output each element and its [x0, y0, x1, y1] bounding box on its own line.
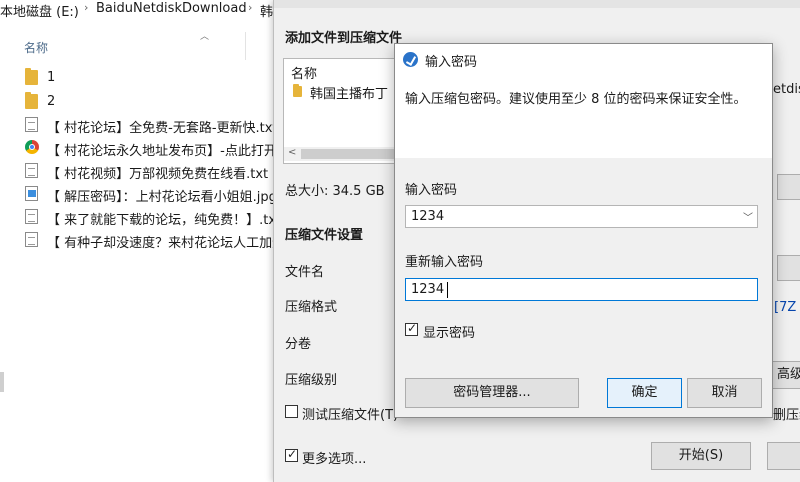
list-item[interactable]: 【 解压密码】：上村花论坛看小姐姐.jpg [25, 184, 285, 204]
text-file-icon [25, 117, 38, 132]
dialog-titlebar[interactable] [274, 0, 800, 8]
sort-caret-icon: ︿ [200, 32, 210, 42]
scrollbar-thumb[interactable] [0, 372, 4, 392]
file-name: 【 村花论坛】全免费-无套路-更新快.txt [47, 121, 278, 135]
enter-password-label: 输入密码 [405, 183, 458, 198]
text-file-icon [25, 163, 38, 178]
app-key-icon [403, 52, 418, 67]
chevron-left-icon[interactable]: < [288, 147, 296, 158]
column-divider[interactable] [245, 32, 246, 60]
file-name: 2 [47, 94, 56, 109]
column-header-name[interactable]: 名称 [24, 39, 48, 56]
path-fragment: etdisk [773, 82, 800, 97]
text-caret [447, 282, 448, 298]
image-file-icon [25, 186, 38, 201]
total-size-label: 总大小: 34.5 GB [285, 184, 385, 199]
section-archive-settings: 压缩文件设置 [285, 228, 364, 243]
reenter-password-label: 重新输入密码 [405, 255, 484, 270]
checkbox-label: 显示密码 [423, 326, 476, 341]
password-value: 1234 [411, 209, 445, 224]
password-dialog: 输入密码 输入压缩包密码。建议使用至少 8 位的密码来保证安全性。 输入密码 1… [394, 43, 773, 418]
password-manager-button[interactable]: 密码管理器... [405, 378, 579, 408]
dialog-title: 输入密码 [425, 55, 478, 70]
instruction-text: 输入压缩包密码。建议使用至少 8 位的密码来保证安全性。 [405, 92, 747, 107]
check-icon[interactable] [285, 447, 298, 462]
list-item[interactable]: 【 村花论坛】全免费-无套路-更新快.txt [25, 115, 285, 135]
file-name: 【 来了就能下载的论坛，纯免费！】.txt [47, 213, 282, 227]
checkbox-label: 测试压缩文件(T) [302, 408, 399, 423]
delete-option-fragment: 删压缩 [773, 408, 800, 423]
format-label: 压缩格式 [285, 300, 338, 315]
file-name: 【 村花论坛永久地址发布页】-点此打开 [47, 144, 277, 158]
file-name: 【 有种子却没速度？来村花论坛人工加速 [47, 236, 285, 250]
list-item[interactable]: 1 [25, 68, 285, 88]
advanced-button[interactable]: 高级设 [772, 361, 800, 389]
breadcrumb-drive[interactable]: 本地磁盘 (E:) [0, 1, 79, 20]
reenter-password-input[interactable]: 1234 [405, 278, 758, 301]
start-button[interactable]: 开始(S) [651, 442, 751, 470]
chevron-right-icon[interactable]: › [248, 1, 252, 14]
folder-icon [25, 68, 38, 85]
level-label: 压缩级别 [285, 373, 338, 388]
show-password-checkbox[interactable]: 显示密码 [405, 321, 515, 341]
dialog-titlebar[interactable]: 输入密码 [395, 44, 772, 74]
text-file-icon [25, 209, 38, 224]
ok-button[interactable]: 确定 [607, 378, 682, 408]
filename-field[interactable] [777, 255, 800, 281]
check-icon[interactable] [405, 321, 418, 336]
filename-label: 文件名 [285, 265, 325, 280]
chevron-down-icon[interactable]: ﹀ [743, 209, 753, 224]
folder-icon [293, 84, 302, 97]
text-file-icon [25, 232, 38, 247]
breadcrumb: 本地磁盘 (E:) › BaiduNetdiskDownload › 韩 [0, 0, 280, 20]
web-shortcut-icon [25, 140, 39, 154]
instruction-panel: 输入压缩包密码。建议使用至少 8 位的密码来保证安全性。 [395, 74, 772, 158]
password-combo[interactable]: 1234 ﹀ [405, 205, 758, 228]
cancel-button-partial[interactable] [767, 442, 800, 470]
reenter-value: 1234 [411, 282, 445, 297]
list-item-label: 韩国主播布丁 [310, 87, 389, 101]
folder-icon [25, 92, 38, 109]
section-add-files: 添加文件到压缩文件 [285, 31, 403, 46]
browse-button[interactable] [777, 174, 800, 200]
file-name: 【 村花视频】万部视频免费在线看.txt [47, 167, 269, 181]
list-item[interactable]: 2 [25, 92, 285, 112]
list-item[interactable]: 【 有种子却没速度？来村花论坛人工加速 [25, 230, 285, 250]
cancel-button[interactable]: 取消 [687, 378, 762, 408]
file-name: 1 [47, 70, 56, 85]
list-item[interactable]: 【 村花论坛永久地址发布页】-点此打开 [25, 138, 285, 158]
checkbox-label: 更多选项... [302, 452, 367, 467]
more-options-checkbox[interactable]: 更多选项... [285, 447, 405, 467]
format-link[interactable]: [7Z 格 [774, 296, 800, 315]
file-name: 【 解压密码】：上村花论坛看小姐姐.jpg [47, 190, 277, 204]
list-header[interactable]: 名称 [291, 63, 317, 82]
list-item[interactable]: 【 来了就能下载的论坛，纯免费！】.txt [25, 207, 285, 227]
split-label: 分卷 [285, 337, 312, 352]
breadcrumb-folder[interactable]: BaiduNetdiskDownload [96, 1, 247, 16]
breadcrumb-current[interactable]: 韩 [260, 1, 273, 20]
chevron-right-icon[interactable]: › [84, 1, 88, 14]
list-item[interactable]: 【 村花视频】万部视频免费在线看.txt [25, 161, 285, 181]
checkbox-box[interactable] [285, 405, 298, 418]
horizontal-scrollbar[interactable]: < [284, 147, 412, 161]
